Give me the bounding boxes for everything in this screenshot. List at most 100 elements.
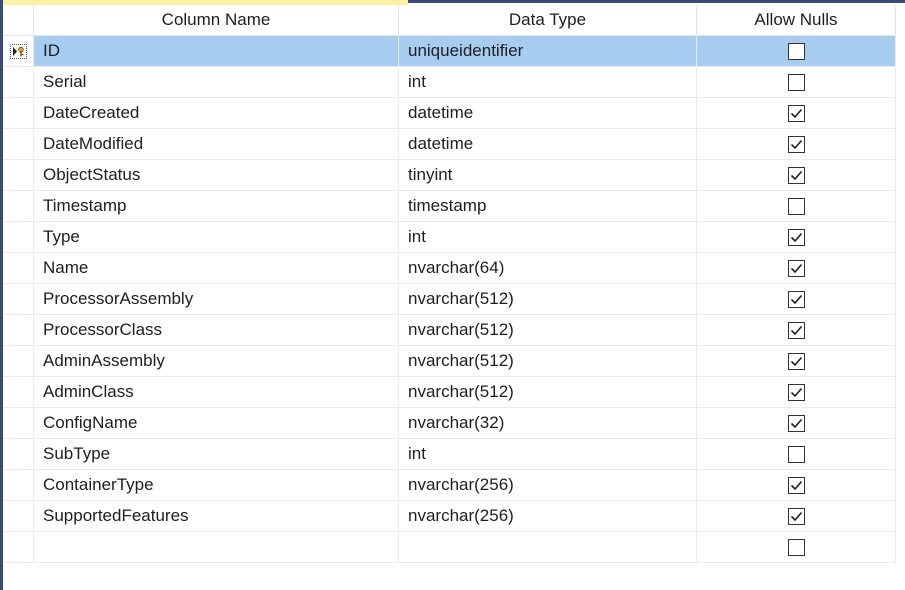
- column-name-cell[interactable]: ContainerType: [34, 470, 399, 501]
- column-name-cell[interactable]: SupportedFeatures: [34, 501, 399, 532]
- column-name-cell[interactable]: DateCreated: [34, 98, 399, 129]
- checkmark-icon: [790, 263, 802, 273]
- data-type-cell[interactable]: int: [399, 67, 697, 98]
- table-row[interactable]: Serial int: [3, 67, 896, 98]
- data-type-cell[interactable]: nvarchar(256): [399, 470, 697, 501]
- allow-nulls-checkbox[interactable]: [787, 290, 805, 308]
- allow-nulls-checkbox[interactable]: [787, 538, 805, 556]
- allow-nulls-checkbox[interactable]: [787, 414, 805, 432]
- allow-nulls-cell: [697, 284, 896, 315]
- row-selector[interactable]: [3, 222, 34, 253]
- column-name-cell[interactable]: ProcessorClass: [34, 315, 399, 346]
- allow-nulls-checkbox[interactable]: [787, 383, 805, 401]
- allow-nulls-checkbox[interactable]: [787, 228, 805, 246]
- row-selector[interactable]: [3, 67, 34, 98]
- data-type-cell[interactable]: nvarchar(32): [399, 408, 697, 439]
- row-selector[interactable]: [3, 470, 34, 501]
- data-type-cell[interactable]: nvarchar(512): [399, 315, 697, 346]
- data-type-cell[interactable]: timestamp: [399, 191, 697, 222]
- checkmark-icon: [790, 480, 802, 490]
- column-name-cell[interactable]: AdminClass: [34, 377, 399, 408]
- table-row[interactable]: Timestamp timestamp: [3, 191, 896, 222]
- column-name-cell[interactable]: Type: [34, 222, 399, 253]
- allow-nulls-cell: [697, 439, 896, 470]
- allow-nulls-cell: [697, 98, 896, 129]
- table-row[interactable]: ProcessorClass nvarchar(512): [3, 315, 896, 346]
- data-type-cell[interactable]: nvarchar(256): [399, 501, 697, 532]
- table-row[interactable]: AdminClass nvarchar(512): [3, 377, 896, 408]
- data-type-cell[interactable]: nvarchar(64): [399, 253, 697, 284]
- header-data-type[interactable]: Data Type: [399, 5, 697, 36]
- allow-nulls-checkbox[interactable]: [787, 166, 805, 184]
- allow-nulls-cell: [697, 191, 896, 222]
- row-selector[interactable]: [3, 284, 34, 315]
- row-selector[interactable]: [3, 98, 34, 129]
- row-selector[interactable]: [3, 315, 34, 346]
- row-selector[interactable]: [3, 191, 34, 222]
- data-type-cell[interactable]: int: [399, 222, 697, 253]
- column-name-cell[interactable]: ID: [34, 36, 399, 67]
- checkmark-icon: [790, 232, 802, 242]
- table-row[interactable]: ContainerType nvarchar(256): [3, 470, 896, 501]
- row-selector[interactable]: [3, 36, 34, 67]
- row-selector[interactable]: [3, 160, 34, 191]
- data-type-cell[interactable]: nvarchar(512): [399, 346, 697, 377]
- row-selector[interactable]: [3, 253, 34, 284]
- columns-grid: Column Name Data Type Allow Nulls ID uniq…: [3, 5, 896, 563]
- allow-nulls-checkbox[interactable]: [787, 445, 805, 463]
- table-row[interactable]: Type int: [3, 222, 896, 253]
- allow-nulls-checkbox[interactable]: [787, 42, 805, 60]
- allow-nulls-checkbox[interactable]: [787, 73, 805, 91]
- column-name-cell[interactable]: Timestamp: [34, 191, 399, 222]
- data-type-cell[interactable]: [399, 532, 697, 563]
- row-selector[interactable]: [3, 129, 34, 160]
- table-row[interactable]: ProcessorAssembly nvarchar(512): [3, 284, 896, 315]
- data-type-cell[interactable]: tinyint: [399, 160, 697, 191]
- data-type-cell[interactable]: datetime: [399, 98, 697, 129]
- allow-nulls-cell: [697, 501, 896, 532]
- row-selector[interactable]: [3, 501, 34, 532]
- column-name-cell[interactable]: SubType: [34, 439, 399, 470]
- column-name-cell[interactable]: ObjectStatus: [34, 160, 399, 191]
- column-name-cell[interactable]: Name: [34, 253, 399, 284]
- allow-nulls-checkbox[interactable]: [787, 135, 805, 153]
- table-row[interactable]: SubType int: [3, 439, 896, 470]
- allow-nulls-checkbox[interactable]: [787, 352, 805, 370]
- allow-nulls-cell: [697, 315, 896, 346]
- allow-nulls-checkbox[interactable]: [787, 476, 805, 494]
- allow-nulls-checkbox[interactable]: [787, 104, 805, 122]
- row-selector[interactable]: [3, 532, 34, 563]
- column-name-cell[interactable]: Serial: [34, 67, 399, 98]
- allow-nulls-checkbox[interactable]: [787, 197, 805, 215]
- column-name-cell[interactable]: AdminAssembly: [34, 346, 399, 377]
- tab-strip-border: [408, 0, 905, 3]
- data-type-cell[interactable]: uniqueidentifier: [399, 36, 697, 67]
- header-column-name[interactable]: Column Name: [34, 5, 399, 36]
- table-row[interactable]: ConfigName nvarchar(32): [3, 408, 896, 439]
- header-allow-nulls[interactable]: Allow Nulls: [697, 5, 896, 36]
- table-row[interactable]: DateModified datetime: [3, 129, 896, 160]
- row-selector[interactable]: [3, 408, 34, 439]
- row-selector[interactable]: [3, 346, 34, 377]
- table-row[interactable]: Name nvarchar(64): [3, 253, 896, 284]
- row-selector[interactable]: [3, 377, 34, 408]
- row-selector[interactable]: [3, 439, 34, 470]
- data-type-cell[interactable]: int: [399, 439, 697, 470]
- data-type-cell[interactable]: datetime: [399, 129, 697, 160]
- table-row[interactable]: ObjectStatus tinyint: [3, 160, 896, 191]
- allow-nulls-checkbox[interactable]: [787, 507, 805, 525]
- table-row[interactable]: AdminAssembly nvarchar(512): [3, 346, 896, 377]
- column-name-cell[interactable]: ConfigName: [34, 408, 399, 439]
- table-row[interactable]: [3, 532, 896, 563]
- checkmark-icon: [790, 294, 802, 304]
- allow-nulls-checkbox[interactable]: [787, 321, 805, 339]
- column-name-cell[interactable]: DateModified: [34, 129, 399, 160]
- column-name-cell[interactable]: [34, 532, 399, 563]
- allow-nulls-checkbox[interactable]: [787, 259, 805, 277]
- table-row[interactable]: SupportedFeatures nvarchar(256): [3, 501, 896, 532]
- column-name-cell[interactable]: ProcessorAssembly: [34, 284, 399, 315]
- table-row[interactable]: ID uniqueidentifier: [3, 36, 896, 67]
- data-type-cell[interactable]: nvarchar(512): [399, 284, 697, 315]
- data-type-cell[interactable]: nvarchar(512): [399, 377, 697, 408]
- table-row[interactable]: DateCreated datetime: [3, 98, 896, 129]
